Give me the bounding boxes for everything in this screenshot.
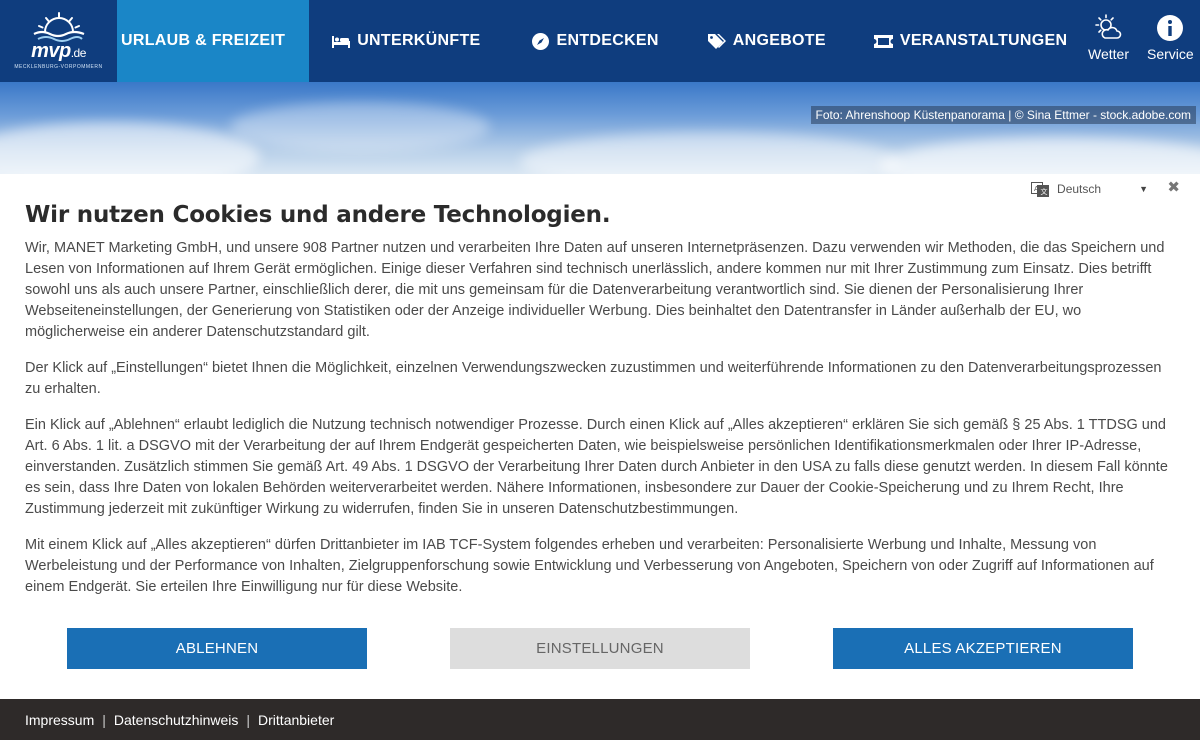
cloud-shape	[0, 122, 260, 174]
service-label: Service	[1147, 46, 1194, 62]
nav-entdecken[interactable]: ENTDECKEN	[531, 0, 659, 82]
language-value: Deutsch	[1057, 182, 1102, 196]
reject-button[interactable]: ABLEHNEN	[67, 628, 367, 669]
footer-link-datenschutzhinweis[interactable]: Datenschutzhinweis	[114, 712, 239, 728]
sun-wave-logo-icon	[33, 12, 84, 42]
nav-veranstaltungen[interactable]: VERANSTALTUNGEN	[874, 0, 1067, 82]
nav-label: ENTDECKEN	[556, 32, 659, 49]
svg-text:文: 文	[1041, 187, 1048, 196]
svg-text:A: A	[1034, 185, 1039, 193]
weather-label: Wetter	[1088, 46, 1129, 62]
cookie-paragraph: Wir, MANET Marketing GmbH, und unsere 90…	[25, 240, 1165, 340]
cookie-title: Wir nutzen Cookies und andere Technologi…	[25, 202, 611, 228]
translate-icon: A 文	[1031, 182, 1050, 197]
cloud-shape	[230, 102, 490, 152]
footer: Impressum | Datenschutzhinweis | Drittan…	[0, 699, 1200, 740]
compass-icon	[531, 32, 551, 50]
weather-button[interactable]: Wetter	[1088, 14, 1129, 62]
service-button[interactable]: Service	[1147, 14, 1194, 62]
nav-label: ANGEBOTE	[732, 32, 826, 49]
logo-text: mvp.de	[31, 40, 86, 62]
nav-label: UNTERKÜNFTE	[357, 32, 481, 49]
chevron-down-icon: ▼	[1139, 184, 1148, 194]
photo-credit: Foto: Ahrenshoop Küstenpanorama | © Sina…	[810, 106, 1196, 124]
logo-subtitle: MECKLENBURG-VORPOMMERN	[14, 64, 103, 70]
tag-icon	[707, 32, 727, 50]
cookie-paragraph: Ein Klick auf „Ablehnen“ erlaubt ledigli…	[25, 417, 1168, 517]
cookie-paragraph: Mit einem Klick auf „Alles akzeptieren“ …	[25, 537, 1154, 595]
footer-link-impressum[interactable]: Impressum	[25, 712, 94, 728]
footer-link-drittanbieter[interactable]: Drittanbieter	[258, 712, 334, 728]
hero-image: Foto: Ahrenshoop Küstenpanorama | © Sina…	[0, 82, 1200, 174]
accept-all-button[interactable]: ALLES AKZEPTIEREN	[833, 628, 1133, 669]
mvp-logo[interactable]: mvp.de MECKLENBURG-VORPOMMERN	[0, 0, 117, 82]
nav-angebote[interactable]: ANGEBOTE	[707, 0, 826, 82]
weather-sun-cloud-icon	[1095, 14, 1122, 39]
ticket-icon	[874, 32, 894, 50]
main-navigation: mvp.de MECKLENBURG-VORPOMMERN URLAUB & F…	[0, 0, 1200, 82]
nav-urlaub-freizeit[interactable]: URLAUB & FREIZEIT	[117, 0, 310, 82]
language-select[interactable]: A 文 Deutsch ▼	[1031, 180, 1148, 198]
nav-label: VERANSTALTUNGEN	[899, 32, 1068, 49]
settings-button[interactable]: EINSTELLUNGEN	[450, 628, 750, 669]
close-icon[interactable]: ✖	[1167, 178, 1180, 196]
nav-label: URLAUB & FREIZEIT	[121, 32, 286, 49]
footer-separator: |	[102, 711, 106, 728]
cookie-consent-dialog: A 文 Deutsch ▼ ✖ Wir nutzen Cookies und a…	[0, 174, 1200, 699]
cloud-shape	[880, 137, 1200, 174]
cookie-description: Wir, MANET Marketing GmbH, und unsere 90…	[25, 238, 1175, 613]
cloud-shape	[520, 132, 900, 174]
info-icon	[1157, 15, 1184, 41]
cookie-paragraph: Der Klick auf „Einstellungen“ bietet Ihn…	[25, 360, 1162, 397]
footer-separator: |	[246, 711, 251, 728]
nav-unterkuenfte[interactable]: UNTERKÜNFTE	[331, 0, 480, 82]
bed-icon	[331, 32, 351, 50]
